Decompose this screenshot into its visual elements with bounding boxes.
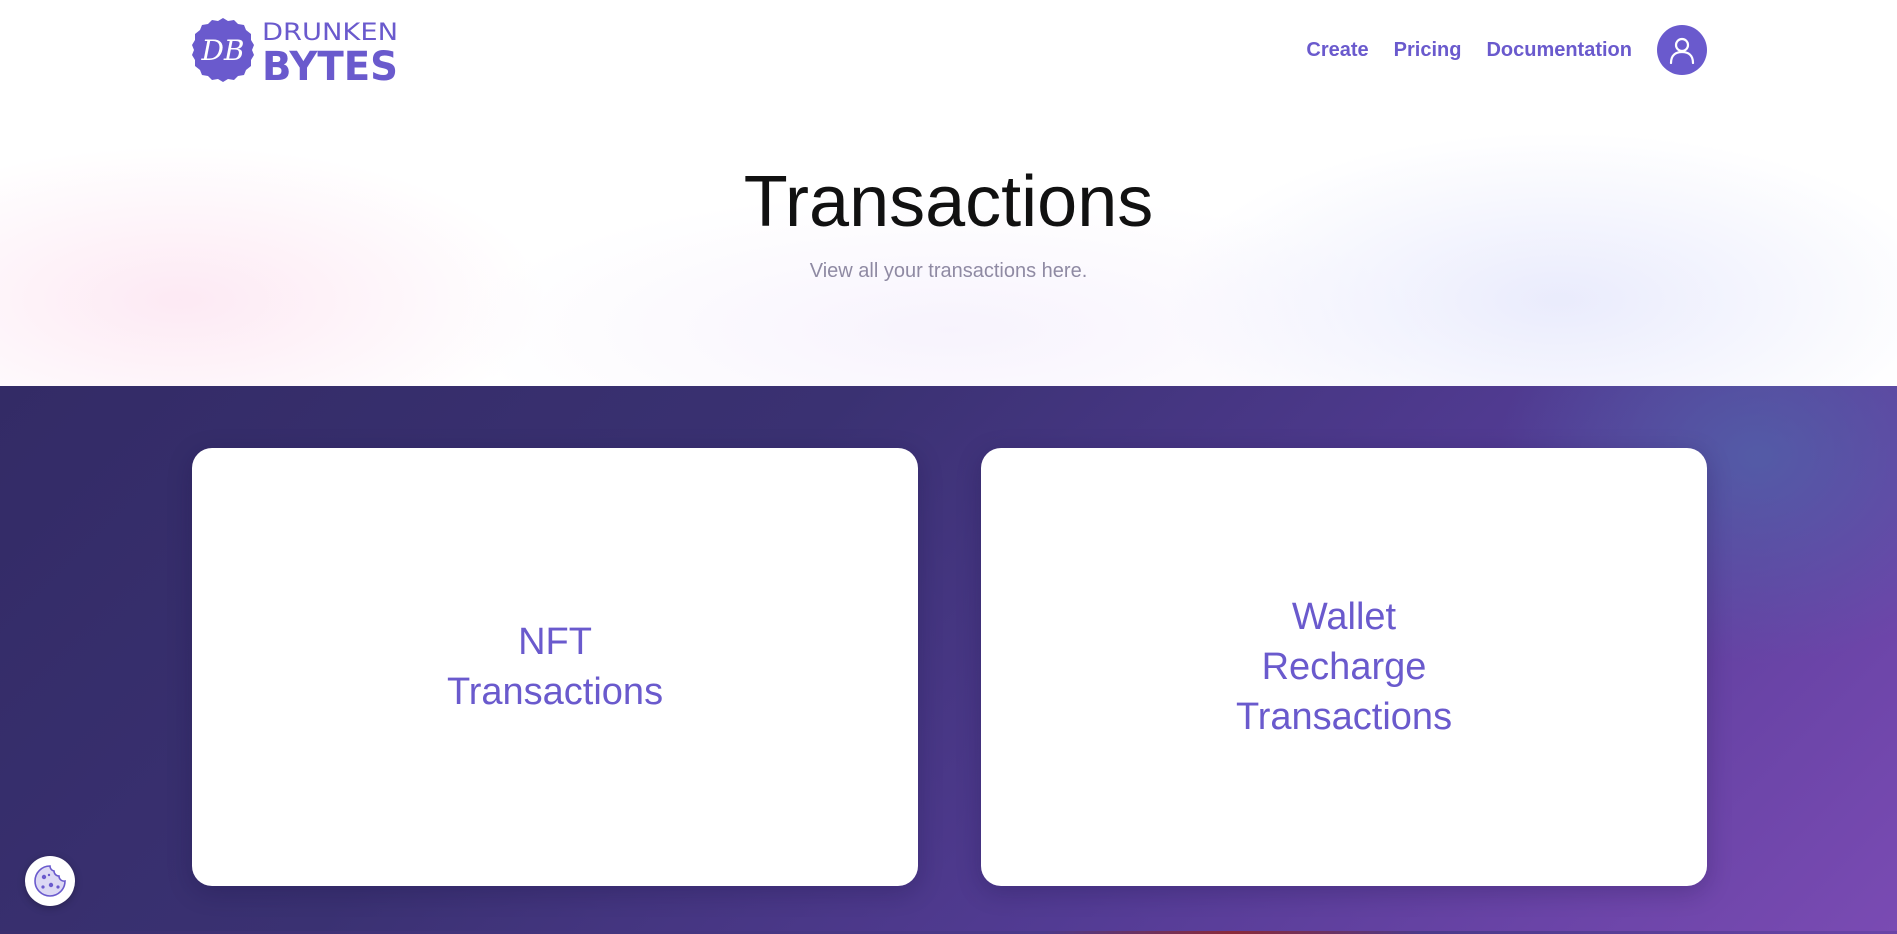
wallet-recharge-transactions-card[interactable]: Wallet Recharge Transactions [981, 448, 1707, 886]
nft-transactions-card[interactable]: NFT Transactions [192, 448, 918, 886]
nav-link-pricing[interactable]: Pricing [1394, 25, 1462, 75]
page-subtitle: View all your transactions here. [809, 260, 1088, 282]
transactions-cards-section: NFT Transactions Wallet Recharge Transac… [0, 386, 1897, 934]
navbar: DB DRUNKEN BYTES Create Pricing Document… [192, 18, 1707, 82]
page-title: Transactions [743, 162, 1154, 242]
nav-links: Create Pricing Documentation [1306, 25, 1707, 75]
logo-wordmark-bottom: BYTES [262, 44, 398, 82]
nft-transactions-label: NFT Transactions [446, 621, 664, 713]
nav-link-documentation[interactable]: Documentation [1486, 25, 1632, 75]
logo-monogram: DB [200, 34, 244, 67]
wallet-recharge-transactions-label: Wallet Recharge Transactions [1235, 596, 1453, 738]
brand-logo[interactable]: DB DRUNKEN BYTES [192, 18, 402, 82]
cookie-icon [34, 865, 66, 897]
user-icon [1669, 37, 1695, 64]
user-avatar-button[interactable] [1657, 25, 1707, 75]
logo-wordmark-top: DRUNKEN [262, 18, 398, 46]
hero-section: DB DRUNKEN BYTES Create Pricing Document… [0, 0, 1897, 386]
cookie-settings-button[interactable] [25, 856, 75, 906]
nav-link-create[interactable]: Create [1306, 25, 1368, 75]
